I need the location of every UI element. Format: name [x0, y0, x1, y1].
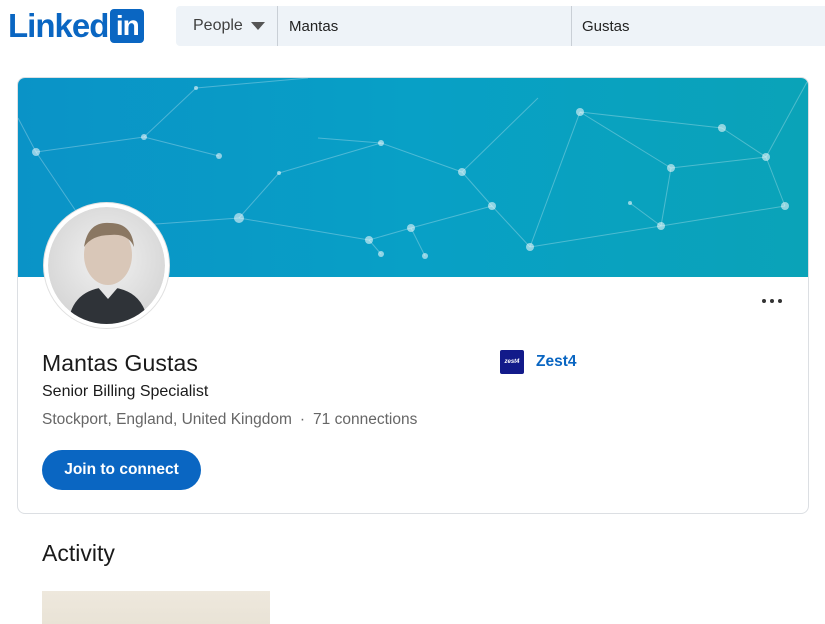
- profile-connections: 71 connections: [313, 411, 418, 428]
- profile-name: Mantas Gustas: [42, 350, 198, 376]
- profile-location-line: Stockport, England, United Kingdom · 71 …: [42, 411, 417, 429]
- caret-down-icon: [250, 22, 265, 30]
- first-name-value: Mantas: [289, 17, 339, 35]
- activity-post-thumbnail[interactable]: [42, 591, 270, 624]
- join-to-connect-button[interactable]: Join to connect: [42, 450, 201, 490]
- search-type-label: People: [193, 17, 243, 34]
- last-name-value: Gustas: [582, 17, 630, 35]
- more-horizontal-icon-dot: [778, 299, 782, 303]
- avatar-photo: [48, 207, 165, 324]
- profile-avatar[interactable]: [44, 203, 169, 328]
- person-photo-icon: [68, 222, 148, 324]
- logo-in-box: in: [110, 9, 145, 43]
- linkedin-logo[interactable]: Linked in: [8, 7, 145, 44]
- more-horizontal-icon-dot: [770, 299, 774, 303]
- profile-headline: Senior Billing Specialist: [42, 383, 209, 400]
- company-logo-text: zest4: [504, 359, 520, 365]
- top-header: Linked in People Mantas Gustas: [0, 0, 825, 52]
- last-name-input[interactable]: Gustas: [572, 6, 825, 46]
- search-type-dropdown[interactable]: People: [176, 6, 278, 46]
- more-options-button[interactable]: [759, 291, 785, 311]
- company-name: Zest4: [536, 353, 577, 370]
- more-horizontal-icon: [762, 299, 766, 303]
- separator: ·: [299, 411, 306, 428]
- logo-wordmark: Linked: [8, 7, 109, 44]
- people-search-bar: People Mantas Gustas: [176, 6, 825, 46]
- profile-card: Mantas Gustas Senior Billing Specialist …: [17, 77, 809, 514]
- activity-heading: Activity: [42, 540, 115, 566]
- company-logo: zest4: [500, 350, 524, 374]
- profile-location: Stockport, England, United Kingdom: [42, 411, 292, 428]
- current-company-link[interactable]: zest4 Zest4: [500, 350, 577, 374]
- first-name-input[interactable]: Mantas: [278, 6, 572, 46]
